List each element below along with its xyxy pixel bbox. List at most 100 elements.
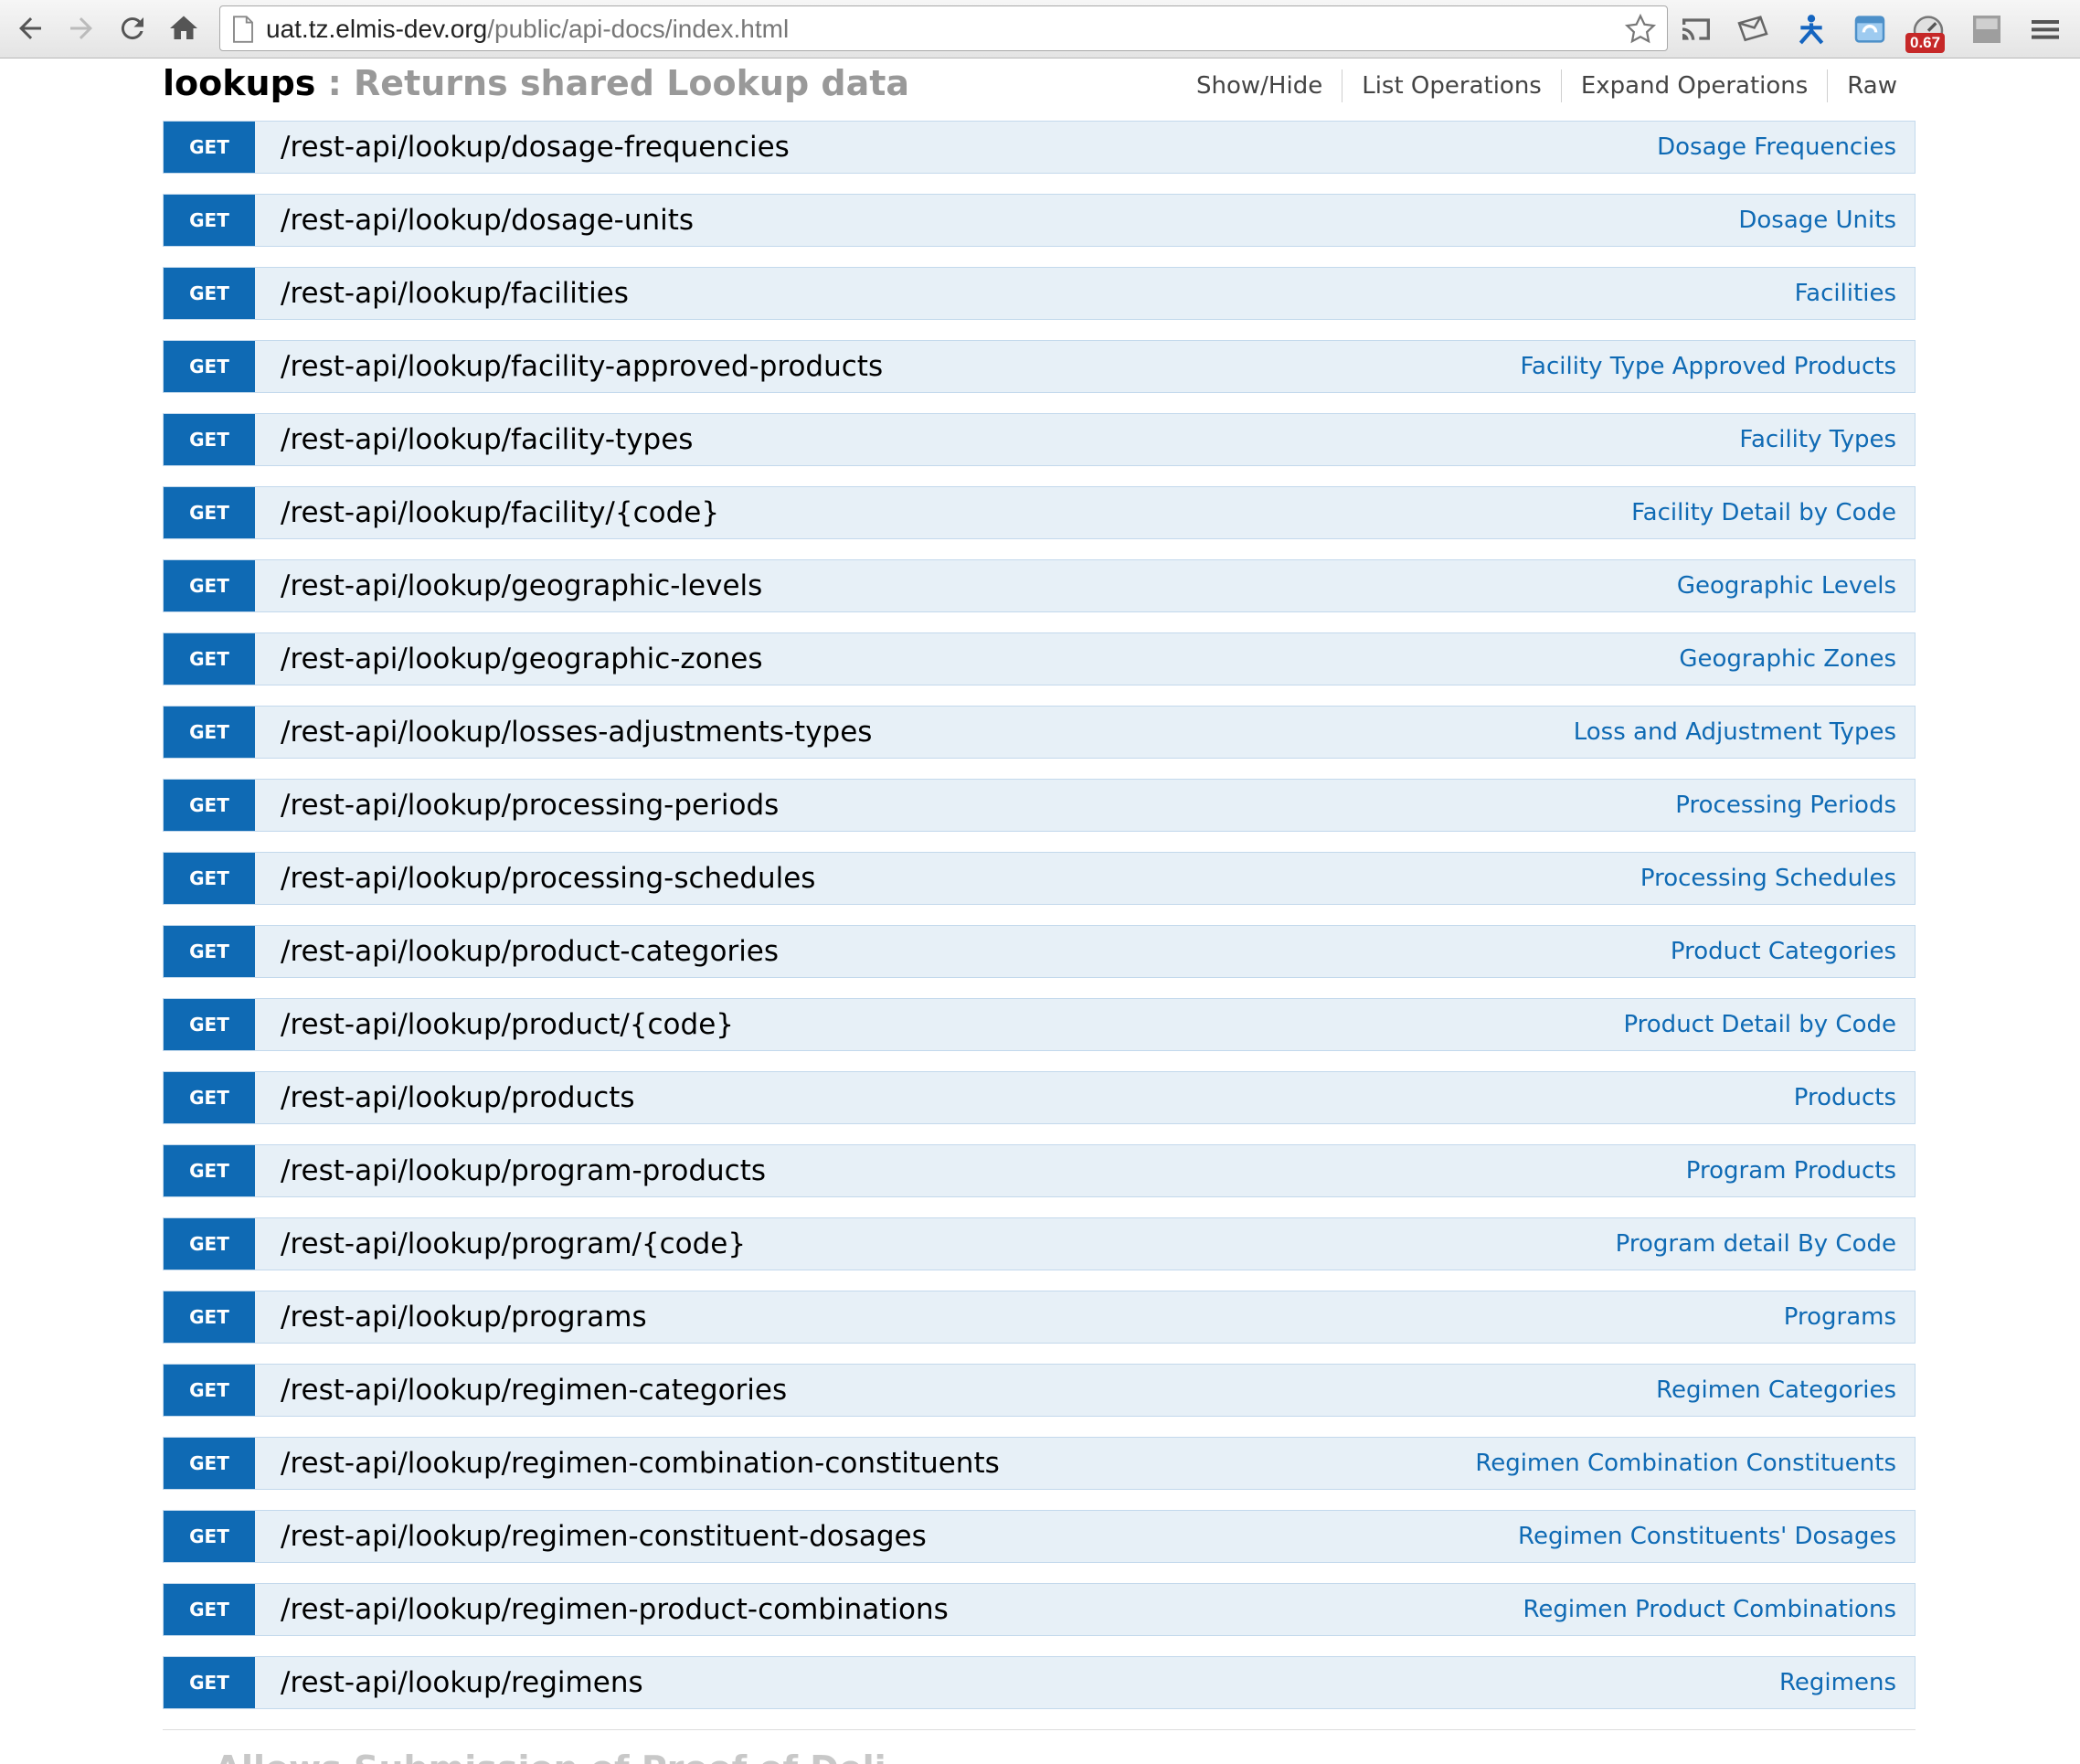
endpoint-row[interactable]: GET/rest-api/lookup/products Products bbox=[163, 1071, 1916, 1124]
reload-button[interactable] bbox=[111, 7, 154, 49]
endpoint-path[interactable]: /rest-api/lookup/losses-adjustments-type… bbox=[281, 716, 1574, 749]
endpoint-row[interactable]: GET/rest-api/lookup/regimen-product-comb… bbox=[163, 1583, 1916, 1636]
endpoint-summary[interactable]: Regimens bbox=[1779, 1669, 1896, 1696]
http-method-badge[interactable]: GET bbox=[164, 414, 255, 465]
endpoint-summary[interactable]: Regimen Product Combinations bbox=[1523, 1596, 1896, 1623]
endpoint-summary[interactable]: Loss and Adjustment Types bbox=[1574, 718, 1896, 746]
endpoint-row[interactable]: GET/rest-api/lookup/programs Programs bbox=[163, 1291, 1916, 1344]
endpoint-path[interactable]: /rest-api/lookup/geographic-levels bbox=[281, 569, 1677, 602]
endpoint-summary[interactable]: Regimen Categories bbox=[1656, 1376, 1896, 1404]
endpoint-summary[interactable]: Facilities bbox=[1795, 280, 1896, 307]
endpoint-summary[interactable]: Geographic Zones bbox=[1679, 645, 1896, 673]
endpoint-row[interactable]: GET/rest-api/lookup/product/{code} Produc… bbox=[163, 998, 1916, 1051]
http-method-badge[interactable]: GET bbox=[164, 560, 255, 611]
screenshot-extension[interactable] bbox=[1850, 9, 1890, 49]
endpoint-path[interactable]: /rest-api/lookup/regimen-product-combina… bbox=[281, 1593, 1523, 1626]
endpoint-row[interactable]: GET/rest-api/lookup/processing-periods Pr… bbox=[163, 779, 1916, 832]
endpoint-summary[interactable]: Regimen Combination Constituents bbox=[1475, 1450, 1896, 1477]
endpoint-row[interactable]: GET/rest-api/lookup/losses-adjustments-t… bbox=[163, 706, 1916, 759]
endpoint-summary[interactable]: Geographic Levels bbox=[1677, 572, 1896, 600]
back-button[interactable] bbox=[9, 7, 51, 49]
endpoint-path[interactable]: /rest-api/lookup/program/{code} bbox=[281, 1227, 1616, 1260]
endpoint-path[interactable]: /rest-api/lookup/regimen-constituent-dos… bbox=[281, 1520, 1518, 1553]
endpoint-summary[interactable]: Product Detail by Code bbox=[1623, 1011, 1896, 1038]
browser-menu-button[interactable] bbox=[2025, 9, 2065, 49]
endpoint-summary[interactable]: Processing Periods bbox=[1675, 792, 1896, 819]
http-method-badge[interactable]: GET bbox=[164, 341, 255, 392]
endpoint-row[interactable]: GET/rest-api/lookup/facility-types Facili… bbox=[163, 413, 1916, 466]
endpoint-path[interactable]: /rest-api/lookup/products bbox=[281, 1081, 1794, 1114]
endpoint-row[interactable]: GET/rest-api/lookup/dosage-units Dosage U… bbox=[163, 194, 1916, 247]
endpoint-path[interactable]: /rest-api/lookup/product/{code} bbox=[281, 1008, 1623, 1041]
http-method-badge[interactable]: GET bbox=[164, 1657, 255, 1708]
http-method-badge[interactable]: GET bbox=[164, 1145, 255, 1196]
http-method-badge[interactable]: GET bbox=[164, 780, 255, 831]
resource-title[interactable]: lookups : Returns shared Lookup data bbox=[163, 60, 909, 106]
http-method-badge[interactable]: GET bbox=[164, 707, 255, 758]
http-method-badge[interactable]: GET bbox=[164, 1072, 255, 1123]
endpoint-row[interactable]: GET/rest-api/lookup/regimen-combination-… bbox=[163, 1437, 1916, 1490]
endpoint-path[interactable]: /rest-api/lookup/regimen-combination-con… bbox=[281, 1447, 1475, 1480]
endpoint-row[interactable]: GET/rest-api/lookup/geographic-levels Geo… bbox=[163, 559, 1916, 612]
endpoint-path[interactable]: /rest-api/lookup/product-categories bbox=[281, 935, 1671, 968]
endpoint-summary[interactable]: Processing Schedules bbox=[1640, 865, 1896, 892]
endpoint-summary[interactable]: Dosage Units bbox=[1738, 207, 1896, 234]
http-method-badge[interactable]: GET bbox=[164, 1218, 255, 1270]
endpoint-row[interactable]: GET/rest-api/lookup/geographic-zones Geog… bbox=[163, 632, 1916, 685]
window-extension[interactable] bbox=[1967, 9, 2007, 49]
http-method-badge[interactable]: GET bbox=[164, 1511, 255, 1562]
endpoint-row[interactable]: GET/rest-api/lookup/program/{code} Progra… bbox=[163, 1217, 1916, 1270]
endpoint-summary[interactable]: Dosage Frequencies bbox=[1657, 133, 1896, 161]
next-resource-title[interactable]: ... Allows Submission of Proof of Deli..… bbox=[163, 1746, 1077, 1764]
endpoint-row[interactable]: GET/rest-api/lookup/regimens Regimens bbox=[163, 1656, 1916, 1709]
endpoint-path[interactable]: /rest-api/lookup/dosage-frequencies bbox=[281, 131, 1657, 164]
home-button[interactable] bbox=[163, 7, 205, 49]
resource-name[interactable]: lookups bbox=[163, 63, 315, 103]
endpoint-summary[interactable]: Program Products bbox=[1686, 1157, 1896, 1185]
endpoint-path[interactable]: /rest-api/lookup/programs bbox=[281, 1301, 1784, 1334]
http-method-badge[interactable]: GET bbox=[164, 122, 255, 173]
endpoint-row[interactable]: GET/rest-api/lookup/facility/{code} Facil… bbox=[163, 486, 1916, 539]
endpoint-path[interactable]: /rest-api/lookup/dosage-units bbox=[281, 204, 1738, 237]
endpoint-path[interactable]: /rest-api/lookup/regimens bbox=[281, 1666, 1779, 1699]
endpoint-row[interactable]: GET/rest-api/lookup/facilities Facilities bbox=[163, 267, 1916, 320]
raw-link[interactable]: Raw bbox=[1827, 69, 1916, 102]
endpoint-row[interactable]: GET/rest-api/lookup/dosage-frequencies Do… bbox=[163, 121, 1916, 174]
http-method-badge[interactable]: GET bbox=[164, 926, 255, 977]
endpoint-summary[interactable]: Program detail By Code bbox=[1616, 1230, 1896, 1258]
feedly-extension[interactable] bbox=[1733, 9, 1773, 49]
endpoint-summary[interactable]: Facility Types bbox=[1739, 426, 1896, 453]
endpoint-row[interactable]: GET/rest-api/lookup/regimen-constituent-… bbox=[163, 1510, 1916, 1563]
http-method-badge[interactable]: GET bbox=[164, 853, 255, 904]
http-method-badge[interactable]: GET bbox=[164, 1438, 255, 1489]
http-method-badge[interactable]: GET bbox=[164, 268, 255, 319]
address-bar[interactable]: uat.tz.elmis-dev.org/public/api-docs/ind… bbox=[219, 5, 1668, 51]
http-method-badge[interactable]: GET bbox=[164, 195, 255, 246]
endpoint-summary[interactable]: Facility Detail by Code bbox=[1631, 499, 1896, 526]
endpoint-row[interactable]: GET/rest-api/lookup/processing-schedules… bbox=[163, 852, 1916, 905]
bookmark-star-icon[interactable] bbox=[1623, 12, 1658, 47]
endpoint-path[interactable]: /rest-api/lookup/program-products bbox=[281, 1154, 1686, 1187]
cast-extension[interactable] bbox=[1676, 9, 1716, 49]
endpoint-path[interactable]: /rest-api/lookup/facilities bbox=[281, 277, 1795, 310]
endpoint-path[interactable]: /rest-api/lookup/processing-schedules bbox=[281, 862, 1640, 895]
endpoint-row[interactable]: GET/rest-api/lookup/regimen-categories Re… bbox=[163, 1364, 1916, 1417]
expand-operations-link[interactable]: Expand Operations bbox=[1560, 69, 1827, 102]
forward-button[interactable] bbox=[60, 7, 102, 49]
show-hide-link[interactable]: Show/Hide bbox=[1177, 69, 1342, 102]
network-extension[interactable] bbox=[1791, 9, 1831, 49]
endpoint-summary[interactable]: Regimen Constituents' Dosages bbox=[1518, 1523, 1896, 1550]
endpoint-summary[interactable]: Facility Type Approved Products bbox=[1520, 353, 1896, 380]
http-method-badge[interactable]: GET bbox=[164, 633, 255, 685]
http-method-badge[interactable]: GET bbox=[164, 1584, 255, 1635]
http-method-badge[interactable]: GET bbox=[164, 1365, 255, 1416]
endpoint-row[interactable]: GET/rest-api/lookup/program-products Prog… bbox=[163, 1144, 1916, 1197]
endpoint-row[interactable]: GET/rest-api/lookup/product-categories Pr… bbox=[163, 925, 1916, 978]
endpoint-path[interactable]: /rest-api/lookup/facility-approved-produ… bbox=[281, 350, 1520, 383]
endpoint-summary[interactable]: Programs bbox=[1784, 1303, 1896, 1331]
endpoint-path[interactable]: /rest-api/lookup/facility/{code} bbox=[281, 496, 1631, 529]
list-operations-link[interactable]: List Operations bbox=[1342, 69, 1561, 102]
endpoint-summary[interactable]: Product Categories bbox=[1671, 938, 1896, 965]
endpoint-path[interactable]: /rest-api/lookup/geographic-zones bbox=[281, 643, 1679, 675]
http-method-badge[interactable]: GET bbox=[164, 1291, 255, 1343]
